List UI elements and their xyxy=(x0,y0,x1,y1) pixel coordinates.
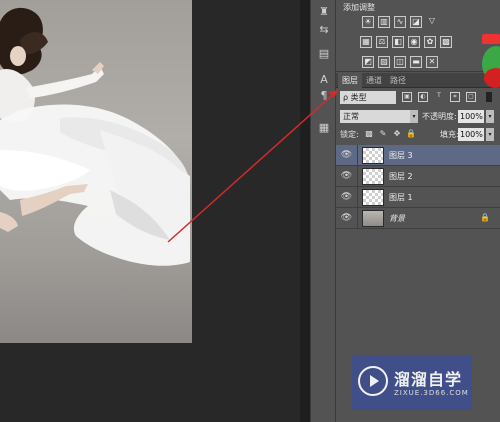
chevron-down-icon[interactable]: ▾ xyxy=(410,110,418,123)
layer-row[interactable]: 👁 背景 🔒 xyxy=(336,208,500,229)
color-balance-icon[interactable]: ⚖ xyxy=(376,36,388,48)
photoshop-window: ♜ ⇆ ▤ A ¶ ▦ 添加调整 ☀ ▥ ∿ ◪ ▽ ▦ ⚖ ◧ ◉ ✿ ▩ ◩… xyxy=(0,0,500,422)
layer-thumbnail xyxy=(362,210,384,227)
channel-mixer-icon[interactable]: ✿ xyxy=(424,36,436,48)
exposure-icon[interactable]: ◪ xyxy=(410,16,422,28)
lock-transparent-icon[interactable]: ▩ xyxy=(364,129,374,139)
play-logo-icon xyxy=(358,366,388,396)
layer-thumbnail xyxy=(362,147,384,164)
layers-tab-bar: 图层 通道 路径 ≡ xyxy=(336,73,500,88)
photo-filter-icon[interactable]: ◉ xyxy=(408,36,420,48)
layer-filter-select[interactable]: ρ 类型 xyxy=(340,91,396,104)
document-edge xyxy=(300,0,310,422)
character-icon[interactable]: A xyxy=(315,72,333,88)
vibrance-triangle-icon[interactable]: ▽ xyxy=(426,16,438,28)
layer-name: 背景 xyxy=(389,214,405,223)
tab-layers[interactable]: 图层 xyxy=(338,73,362,88)
chevron-down-icon[interactable]: ▾ xyxy=(486,128,494,141)
smart-object-filter-icon[interactable]: ▢ xyxy=(466,92,476,102)
blend-mode-select[interactable]: 正常 xyxy=(340,110,418,123)
tab-paths[interactable]: 路径 xyxy=(386,73,410,88)
blend-row: 正常 ▾ 不透明度: 100% ▾ xyxy=(340,110,496,124)
fill-label: 填充: xyxy=(440,130,459,139)
paragraph-icon[interactable]: ¶ xyxy=(315,88,333,104)
layer-name: 图层 1 xyxy=(389,193,413,202)
mascot-badge[interactable] xyxy=(482,34,500,98)
shape-filter-icon[interactable]: ⌗ xyxy=(450,92,460,102)
document-canvas[interactable] xyxy=(0,0,310,422)
levels-icon[interactable]: ▥ xyxy=(378,16,390,28)
lock-row: 锁定: ▩ ✎ ✥ 🔒 填充: 100% ▾ xyxy=(340,128,496,142)
threshold-icon[interactable]: ◫ xyxy=(394,56,406,68)
opacity-input[interactable]: 100% xyxy=(458,110,484,123)
opacity-label: 不透明度: xyxy=(422,112,457,121)
tab-channels[interactable]: 通道 xyxy=(362,73,386,88)
layer-list: 👁 图层 3 👁 图层 2 👁 图层 1 👁 背景 🔒 xyxy=(336,145,500,229)
lock-label: 锁定: xyxy=(340,130,359,139)
adjustments-title: 添加调整 xyxy=(343,3,375,12)
eye-icon[interactable]: 👁 xyxy=(336,187,358,208)
pixel-filter-icon[interactable]: ▣ xyxy=(402,92,412,102)
brush-preset-icon[interactable]: ▤ xyxy=(315,46,333,62)
layer-row[interactable]: 👁 图层 1 xyxy=(336,187,500,208)
notes-icon[interactable]: ▦ xyxy=(315,120,333,136)
type-filter-icon[interactable]: T xyxy=(434,92,444,102)
eye-icon[interactable]: 👁 xyxy=(336,145,358,166)
lock-position-icon[interactable]: ✥ xyxy=(392,129,402,139)
search-icon: ρ xyxy=(343,93,349,102)
eye-icon[interactable]: 👁 xyxy=(336,166,358,187)
fill-input[interactable]: 100% xyxy=(458,128,484,141)
dancer-photo xyxy=(0,0,192,343)
layer-row[interactable]: 👁 图层 3 xyxy=(336,145,500,166)
filter-value: 类型 xyxy=(350,93,367,102)
layer-row[interactable]: 👁 图层 2 xyxy=(336,166,500,187)
lock-image-icon[interactable]: ✎ xyxy=(378,129,388,139)
hue-icon[interactable]: ▦ xyxy=(360,36,372,48)
layer-thumbnail xyxy=(362,168,384,185)
selective-color-icon[interactable]: ✕ xyxy=(426,56,438,68)
panel-dock-strip: ♜ ⇆ ▤ A ¶ ▦ xyxy=(310,0,336,422)
layer-filter-row: ρ 类型 ▣ ◐ T ⌗ ▢ xyxy=(340,91,496,105)
layer-name: 图层 3 xyxy=(389,151,413,160)
adjustment-filter-icon[interactable]: ◐ xyxy=(418,92,428,102)
curves-icon[interactable]: ∿ xyxy=(394,16,406,28)
history-icon[interactable]: ♜ xyxy=(315,4,333,20)
brightness-icon[interactable]: ☀ xyxy=(362,16,374,28)
chevron-down-icon[interactable]: ▾ xyxy=(486,110,494,123)
black-white-icon[interactable]: ◧ xyxy=(392,36,404,48)
properties-icon[interactable]: ⇆ xyxy=(315,22,333,38)
watermark-url: ZIXUE.3D66.COM xyxy=(394,389,469,397)
watermark-title: 溜溜自学 xyxy=(394,370,463,389)
watermark: 溜溜自学 ZIXUE.3D66.COM xyxy=(352,356,472,410)
lock-icon: 🔒 xyxy=(480,213,490,222)
lock-all-icon[interactable]: 🔒 xyxy=(406,129,416,139)
gradient-map-icon[interactable]: ▬ xyxy=(410,56,422,68)
posterize-icon[interactable]: ▨ xyxy=(378,56,390,68)
color-lookup-icon[interactable]: ▩ xyxy=(440,36,452,48)
eye-icon[interactable]: 👁 xyxy=(336,208,358,229)
layer-name: 图层 2 xyxy=(389,172,413,181)
layer-thumbnail xyxy=(362,189,384,206)
invert-icon[interactable]: ◩ xyxy=(362,56,374,68)
adjustments-panel: 添加调整 ☀ ▥ ∿ ◪ ▽ ▦ ⚖ ◧ ◉ ✿ ▩ ◩ ▨ ◫ ▬ ✕ xyxy=(336,0,500,72)
